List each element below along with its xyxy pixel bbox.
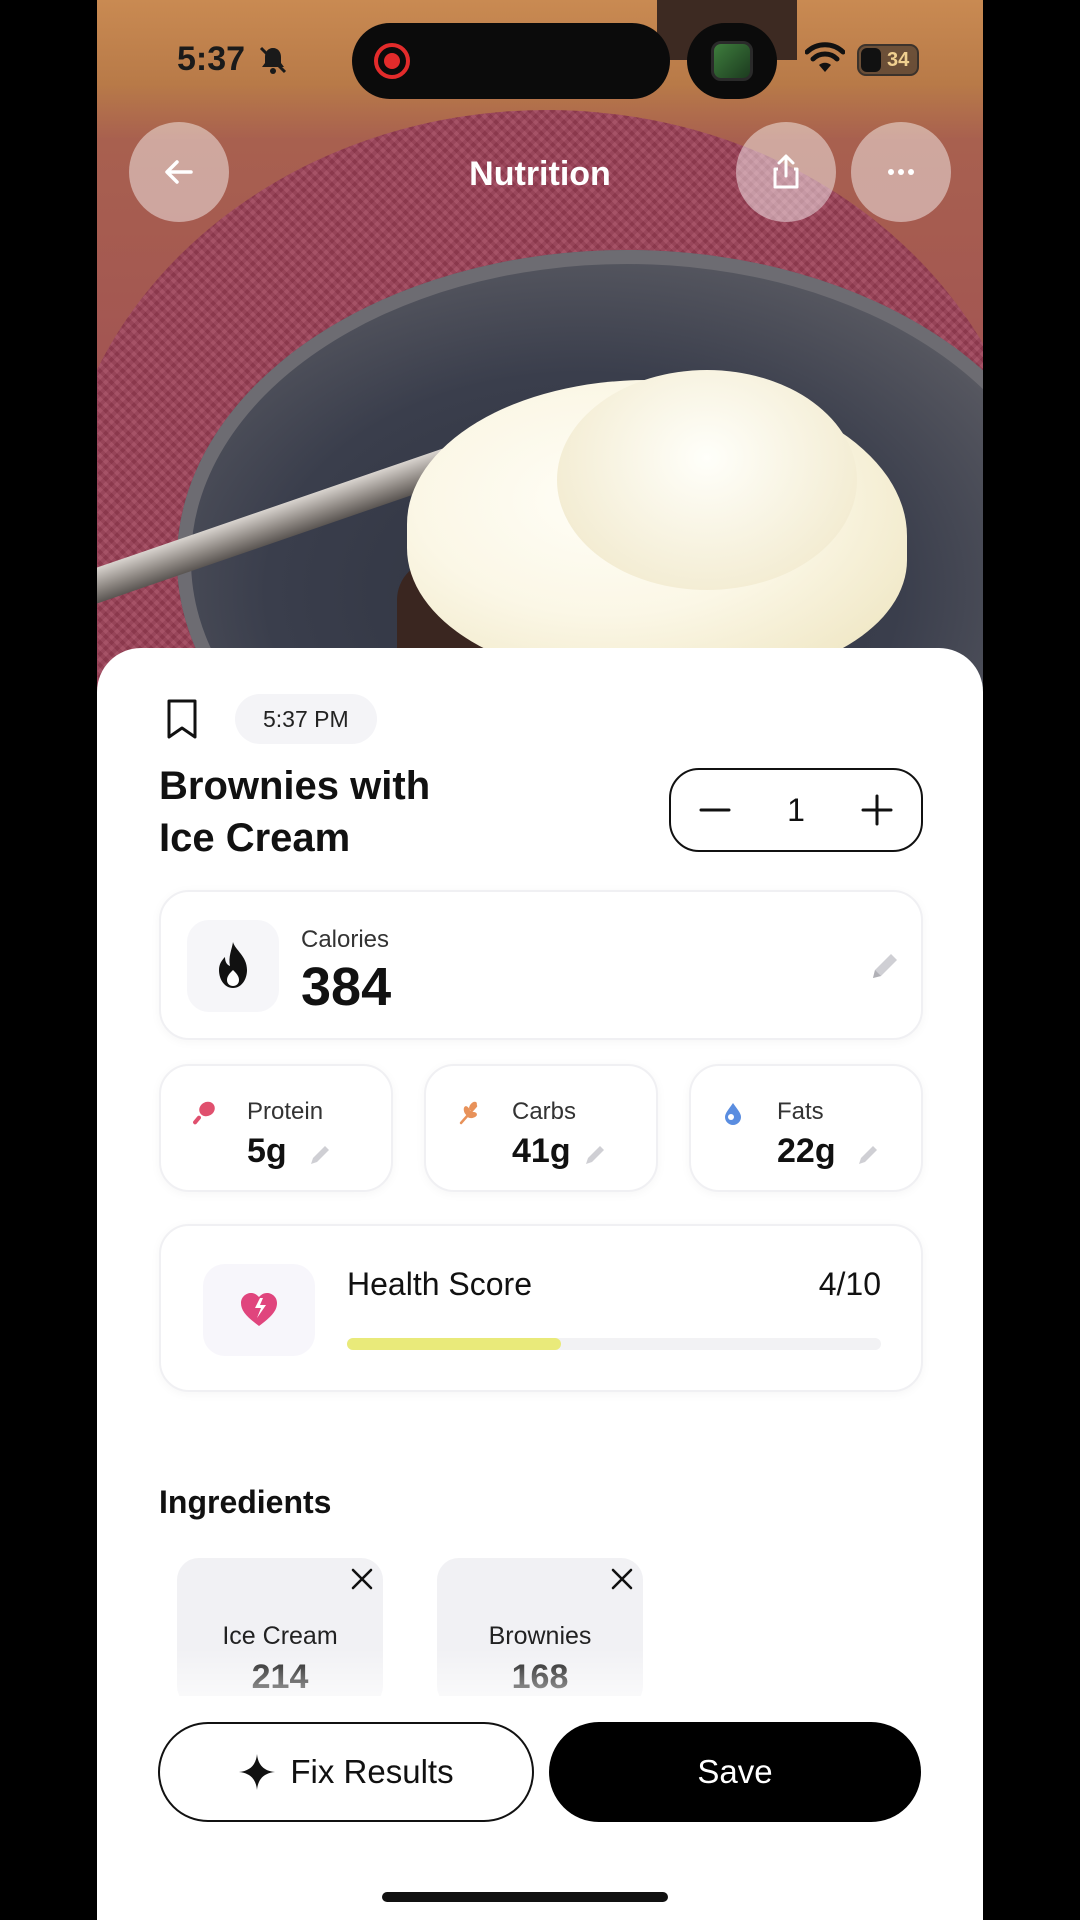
wheat-icon (459, 1101, 478, 1125)
app-thumbnail-icon (711, 41, 753, 81)
drumstick-icon (193, 1101, 215, 1125)
calories-label: Calories (301, 926, 390, 953)
minus-icon (699, 808, 731, 812)
close-icon (611, 1568, 633, 1590)
sparkle-icon (239, 1754, 276, 1790)
bell-slash-icon (259, 46, 287, 74)
close-icon (351, 1568, 373, 1590)
status-time: 5:37 (177, 40, 246, 78)
remove-ingredient-button[interactable] (337, 1554, 387, 1604)
live-activity (687, 23, 777, 99)
health-icon-tile (203, 1264, 315, 1356)
flame-icon (219, 942, 247, 988)
edit-carbs-icon[interactable] (582, 1142, 608, 1168)
droplet-icon (725, 1103, 741, 1125)
battery-fill (861, 48, 881, 72)
quantity-value: 1 (787, 791, 805, 828)
more-button[interactable] (851, 122, 951, 222)
health-score-bar (347, 1338, 881, 1350)
save-button[interactable]: Save (549, 1722, 921, 1822)
phone-screen: 5:37 34 Nutrition 5:37 PM Brownies with … (97, 0, 983, 1920)
ingredient-name: Brownies (488, 1622, 592, 1650)
food-title-line1: Brownies with (159, 764, 431, 808)
fix-results-label: Fix Results (290, 1753, 454, 1790)
plus-icon (861, 794, 893, 826)
quantity-stepper: 1 (669, 768, 923, 852)
decrement-button[interactable] (695, 790, 735, 830)
recording-icon (374, 43, 410, 79)
fats-value: 22g (777, 1132, 836, 1170)
fats-label: Fats (777, 1098, 824, 1125)
battery-level: 34 (887, 49, 910, 71)
bookmark-icon[interactable] (165, 698, 199, 740)
dynamic-island (352, 23, 670, 99)
fix-results-button[interactable]: Fix Results (158, 1722, 534, 1822)
edit-fats-icon[interactable] (855, 1142, 881, 1168)
protein-label: Protein (247, 1098, 324, 1125)
ingredients-title: Ingredients (159, 1484, 332, 1520)
action-bar: Fix Results Save (97, 1696, 983, 1920)
food-title: Brownies with Ice Cream (159, 760, 559, 864)
protein-card[interactable]: Protein 5g (159, 1064, 393, 1192)
wifi-icon (805, 42, 845, 72)
remove-ingredient-button[interactable] (597, 1554, 647, 1604)
entry-time: 5:37 PM (235, 694, 377, 744)
calories-card[interactable]: Calories 384 (159, 890, 923, 1040)
health-score-card[interactable]: Health Score 4/10 (159, 1224, 923, 1392)
health-score-label: Health Score (347, 1266, 532, 1302)
broken-heart-icon (241, 1293, 277, 1326)
more-icon (888, 169, 914, 175)
share-button[interactable] (736, 122, 836, 222)
health-score-fill (347, 1338, 561, 1350)
ingredient-name: Ice Cream (222, 1622, 338, 1650)
calories-value: 384 (301, 957, 392, 1017)
edit-protein-icon[interactable] (307, 1142, 333, 1168)
health-score-value: 4/10 (818, 1266, 881, 1302)
carbs-value: 41g (512, 1132, 571, 1170)
share-icon (773, 154, 799, 189)
protein-value: 5g (247, 1132, 287, 1170)
battery-icon: 34 (857, 44, 919, 76)
increment-button[interactable] (857, 790, 897, 830)
carbs-card[interactable]: Carbs 41g (424, 1064, 658, 1192)
ice-cream-scoop-top (557, 370, 857, 590)
home-indicator (382, 1892, 668, 1902)
edit-calories-icon[interactable] (867, 950, 901, 984)
food-title-line2: Ice Cream (159, 816, 351, 860)
food-photo (97, 0, 983, 700)
carbs-label: Carbs (512, 1098, 577, 1125)
calories-icon-tile (187, 920, 279, 1012)
fats-card[interactable]: Fats 22g (689, 1064, 923, 1192)
